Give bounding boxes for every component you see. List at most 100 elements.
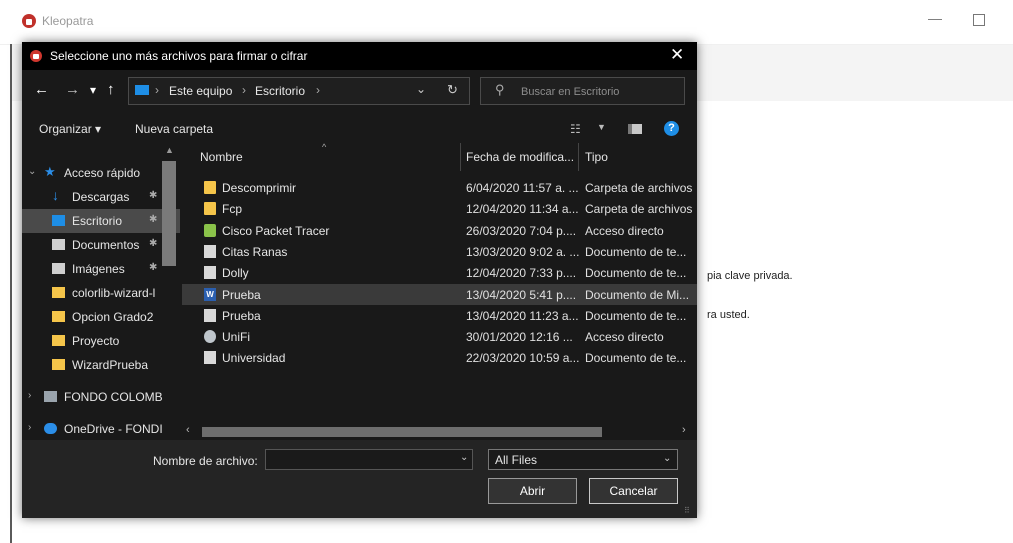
- sidebar-item-fondo-colomb[interactable]: › FONDO COLOMB: [22, 385, 180, 409]
- file-row[interactable]: Prueba 13/04/2020 11:23 a... Documento de …: [182, 305, 697, 326]
- file-row[interactable]: Universidad 22/03/2020 10:59 a... Document…: [182, 347, 697, 368]
- column-divider[interactable]: [578, 143, 579, 171]
- file-list: ^ Nombre Fecha de modifica... Tipo Desco…: [182, 143, 697, 436]
- folder-icon: [52, 335, 65, 346]
- pin-icon: ✱: [149, 262, 158, 273]
- filename-input[interactable]: [265, 449, 473, 470]
- close-icon[interactable]: ✕: [670, 45, 684, 65]
- nav-pane-scrollbar[interactable]: [162, 161, 176, 266]
- sidebar-item-label: Escritorio: [72, 214, 123, 228]
- chevron-down-icon[interactable]: ⌄: [28, 166, 36, 177]
- sidebar-item-label: Imágenes: [72, 262, 125, 276]
- folder-icon: [204, 202, 216, 216]
- open-button[interactable]: Abrir: [488, 478, 577, 504]
- folder-icon: [52, 359, 65, 370]
- resize-grip-icon[interactable]: ⠿: [684, 506, 690, 515]
- sidebar-item-acceso-rápido[interactable]: ⌄ ★ Acceso rápido: [22, 161, 180, 185]
- sidebar-item-documentos[interactable]: Documentos ✱: [22, 233, 180, 257]
- sidebar-item-wizardprueba[interactable]: WizardPrueba: [22, 353, 180, 377]
- filename-dropdown-icon[interactable]: ⌄: [460, 452, 468, 463]
- view-dropdown-icon[interactable]: ▼: [597, 122, 606, 132]
- file-date: 13/04/2020 5:41 p....: [466, 287, 577, 302]
- folder-icon: [52, 287, 65, 298]
- file-open-dialog: Seleccione uno más archivos para firmar …: [22, 42, 697, 518]
- kleopatra-titlebar: Kleopatra —: [0, 0, 1013, 45]
- preview-pane-icon[interactable]: [628, 124, 642, 134]
- sidebar-item-label: Opcion Grado2: [72, 310, 154, 324]
- sidebar-item-onedrive-fondi[interactable]: › OneDrive - FONDI: [22, 417, 180, 436]
- breadcrumb-separator: ›: [155, 83, 159, 97]
- help-icon[interactable]: ?: [664, 121, 679, 136]
- up-arrow-icon[interactable]: ↑: [107, 81, 115, 98]
- column-header-type[interactable]: Tipo: [585, 150, 608, 164]
- back-arrow-icon[interactable]: ←: [34, 81, 49, 98]
- file-name: Descomprimir: [222, 181, 297, 195]
- horizontal-scrollbar[interactable]: ‹ ›: [182, 424, 697, 440]
- folder-icon: [52, 311, 65, 322]
- sidebar-item-descargas[interactable]: ↓ Descargas ✱: [22, 185, 180, 209]
- column-header-name[interactable]: Nombre: [200, 150, 243, 164]
- file-name: Prueba: [222, 308, 261, 323]
- kleopatra-app-icon: [22, 14, 36, 28]
- file-date: 12/04/2020 7:33 p....: [466, 266, 577, 281]
- word-icon: W: [204, 287, 216, 301]
- download-icon: ↓: [52, 187, 59, 203]
- view-options-icon[interactable]: ☷: [570, 122, 581, 136]
- organize-button[interactable]: Organizar ▾: [39, 122, 101, 136]
- sidebar-item-imágenes[interactable]: Imágenes ✱: [22, 257, 180, 281]
- column-divider[interactable]: [460, 143, 461, 171]
- file-row[interactable]: UniFi 30/01/2020 12:16 ... Acceso directo: [182, 326, 697, 347]
- file-type-select[interactable]: All Files ⌄: [488, 449, 678, 470]
- breadcrumb-este-equipo[interactable]: Este equipo: [169, 84, 232, 98]
- breadcrumb-escritorio[interactable]: Escritorio: [255, 84, 305, 98]
- kleopatra-text-2: ra usted.: [707, 309, 750, 321]
- filename-label: Nombre de archivo:: [153, 454, 258, 468]
- chevron-right-icon[interactable]: ›: [28, 390, 31, 401]
- sidebar-item-label: Acceso rápido: [64, 166, 141, 180]
- sidebar-item-label: Documentos: [72, 238, 140, 252]
- search-box[interactable]: ⚲: [480, 77, 685, 105]
- sidebar-item-label: Proyecto: [72, 334, 120, 348]
- scroll-right-icon[interactable]: ›: [682, 424, 686, 436]
- new-folder-button[interactable]: Nueva carpeta: [135, 122, 213, 136]
- chevron-right-icon[interactable]: ›: [28, 422, 31, 433]
- address-bar[interactable]: › Este equipo › Escritorio › ⌄ ↻: [128, 77, 470, 105]
- column-headers: ^ Nombre Fecha de modifica... Tipo: [182, 143, 697, 171]
- file-row[interactable]: Dolly 12/04/2020 7:33 p.... Documento de t…: [182, 262, 697, 283]
- address-dropdown-icon[interactable]: ⌄: [416, 82, 426, 96]
- nav-scroll-up-icon[interactable]: ▲: [165, 145, 174, 155]
- search-input[interactable]: [519, 82, 683, 102]
- file-row[interactable]: Cisco Packet Tracer 26/03/2020 7:04 p....…: [182, 220, 697, 241]
- sidebar-item-colorlib-wizard-l[interactable]: colorlib-wizard-l: [22, 281, 180, 305]
- file-row[interactable]: Descomprimir 6/04/2020 11:57 a. ... Carpet…: [182, 177, 697, 198]
- maximize-icon[interactable]: [973, 14, 985, 26]
- file-type: Carpeta de archivos: [585, 181, 693, 195]
- dialog-titlebar: Seleccione uno más archivos para firmar …: [22, 42, 697, 70]
- doc-icon: [204, 266, 216, 280]
- cancel-button[interactable]: Cancelar: [589, 478, 678, 504]
- file-date: 13/04/2020 11:23 a...: [466, 308, 579, 323]
- search-icon: ⚲: [495, 82, 505, 97]
- doc-icon: [204, 351, 216, 365]
- sidebar-item-escritorio[interactable]: Escritorio ✱: [22, 209, 180, 233]
- scroll-left-icon[interactable]: ‹: [186, 424, 190, 436]
- file-name: Citas Ranas: [222, 244, 288, 259]
- navigation-bar: ← → ▾ ↑ › Este equipo › Escritorio › ⌄ ↻…: [22, 70, 697, 110]
- column-header-date[interactable]: Fecha de modifica...: [466, 150, 574, 164]
- minimize-icon[interactable]: —: [928, 10, 942, 26]
- file-row[interactable]: Citas Ranas 13/03/2020 9:02 a. ... Documen…: [182, 241, 697, 262]
- recent-locations-icon[interactable]: ▾: [90, 83, 96, 97]
- file-type: Acceso directo: [585, 330, 664, 345]
- sidebar-item-opcion-grado2[interactable]: Opcion Grado2: [22, 305, 180, 329]
- horizontal-scroll-thumb[interactable]: [202, 427, 602, 437]
- kleopatra-title: Kleopatra: [42, 14, 94, 28]
- refresh-icon[interactable]: ↻: [447, 82, 458, 98]
- file-row[interactable]: W Prueba 13/04/2020 5:41 p.... Documento de…: [182, 283, 697, 305]
- file-date: 13/03/2020 9:02 a. ...: [466, 244, 580, 259]
- file-row[interactable]: Fcp 12/04/2020 11:34 a... Carpeta de archi…: [182, 198, 697, 219]
- folder-icon: [204, 181, 216, 194]
- doc-icon: [204, 308, 216, 322]
- sidebar-item-label: colorlib-wizard-l: [72, 286, 156, 300]
- sidebar-item-proyecto[interactable]: Proyecto: [22, 329, 180, 353]
- forward-arrow-icon[interactable]: →: [65, 81, 80, 98]
